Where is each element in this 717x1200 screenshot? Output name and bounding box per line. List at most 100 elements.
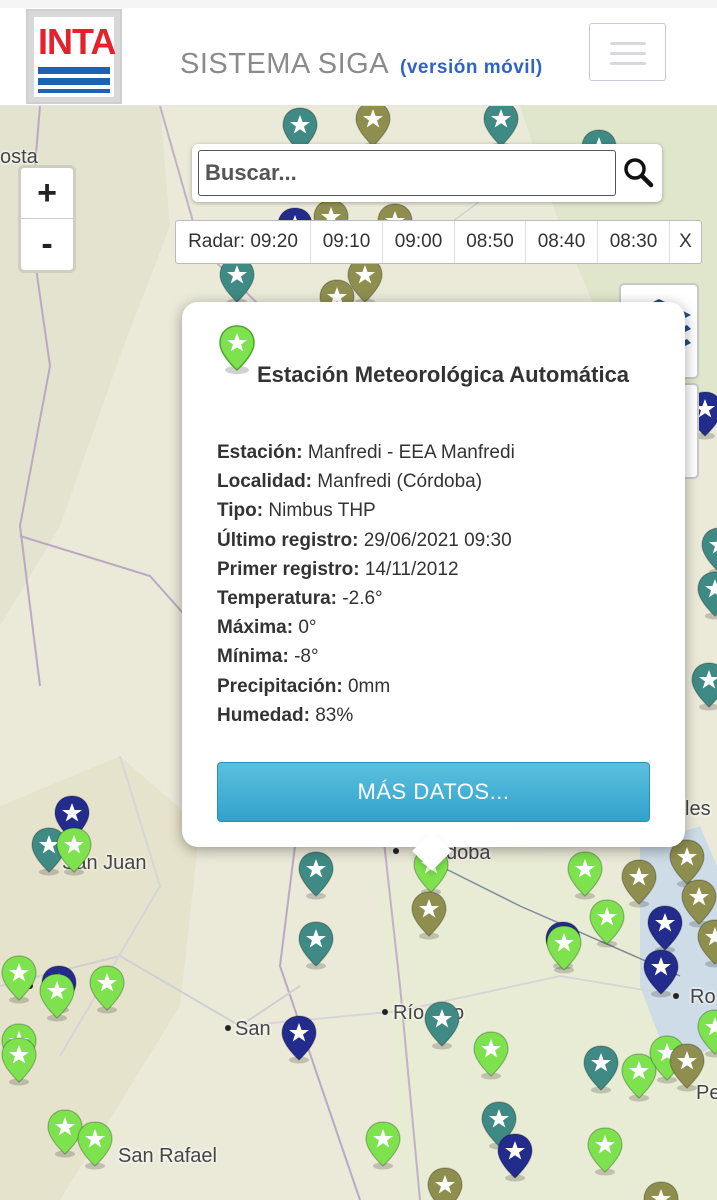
- detail-label: Primer registro:: [217, 558, 360, 580]
- detail-row-precipitation: Precipitación: 0mm: [217, 676, 515, 705]
- detail-value: Nimbus THP: [268, 500, 376, 522]
- search-bar: [192, 144, 662, 202]
- zoom-out-button[interactable]: -: [21, 219, 73, 270]
- map-pin-star-icon: [1, 955, 37, 1004]
- station-marker[interactable]: [0, 954, 38, 1004]
- logo-stripe: [38, 89, 110, 93]
- detail-label: Último registro:: [217, 529, 359, 551]
- map-pin-star-icon: [583, 1045, 619, 1094]
- station-marker[interactable]: [297, 920, 335, 970]
- station-marker[interactable]: [55, 826, 93, 876]
- detail-label: Localidad:: [217, 471, 313, 493]
- map-pin-star-icon: [298, 851, 334, 900]
- inta-logo[interactable]: INTA: [26, 9, 122, 104]
- radar-time-option[interactable]: 09:10: [311, 221, 383, 263]
- logo-panel: INTA: [34, 17, 116, 97]
- station-marker[interactable]: [280, 1014, 318, 1064]
- map-pin-star-icon: [365, 1121, 401, 1170]
- popup-title: Estación Meteorológica Automática: [257, 362, 630, 387]
- radar-time-option[interactable]: 08:50: [455, 221, 526, 263]
- detail-row-humidity: Humedad: 83%: [217, 705, 515, 734]
- logo-stripe: [38, 67, 110, 74]
- map-pin-star-icon: [281, 1015, 317, 1064]
- station-marker[interactable]: [646, 904, 684, 954]
- map-pin-star-icon: [298, 921, 334, 970]
- app-title-text: SISTEMA SIGA: [180, 48, 388, 80]
- station-marker[interactable]: [496, 1132, 534, 1182]
- map-pin-star-icon: [473, 1031, 509, 1080]
- radar-time-option[interactable]: 08:40: [526, 221, 598, 263]
- app-header: INTA SISTEMA SIGA (versión móvil): [0, 0, 717, 106]
- station-marker[interactable]: [426, 1166, 464, 1200]
- menu-bar-icon: [610, 42, 646, 45]
- radar-time-current[interactable]: Radar: 09:20: [176, 221, 311, 263]
- radar-timeline: Radar: 09:20 09:10 09:00 08:50 08:40 08:…: [175, 220, 702, 264]
- detail-label: Temperatura:: [217, 587, 338, 609]
- detail-row-locality: Localidad: Manfredi (Córdoba): [217, 471, 515, 500]
- detail-row-station: Estación: Manfredi - EEA Manfredi: [217, 442, 515, 471]
- station-marker[interactable]: [88, 964, 126, 1014]
- detail-row-min: Mínima: -8°: [217, 646, 515, 675]
- station-marker[interactable]: [38, 972, 76, 1022]
- station-marker[interactable]: [297, 850, 335, 900]
- station-marker[interactable]: [472, 1030, 510, 1080]
- more-data-button[interactable]: MÁS DATOS...: [217, 762, 650, 822]
- map-pin-star-icon: [424, 1001, 460, 1050]
- station-marker[interactable]: [642, 1180, 680, 1200]
- map-pin-star-icon: [697, 571, 717, 620]
- detail-value: Manfredi (Córdoba): [317, 471, 483, 493]
- zoom-in-button[interactable]: +: [21, 168, 73, 219]
- search-input[interactable]: [198, 150, 616, 196]
- map-pin-star-icon: [643, 1181, 679, 1200]
- detail-label: Precipitación:: [217, 675, 343, 697]
- station-marker[interactable]: [423, 1000, 461, 1050]
- menu-toggle-button[interactable]: [589, 23, 666, 81]
- detail-value: 29/06/2021 09:30: [363, 529, 512, 551]
- logo-stripe: [38, 78, 110, 85]
- map-pin-star-icon: [587, 1127, 623, 1176]
- detail-value: -2.6°: [342, 587, 383, 609]
- radar-time-option[interactable]: 08:30: [598, 221, 670, 263]
- detail-row-type: Tipo: Nimbus THP: [217, 500, 515, 529]
- detail-value: 0°: [298, 617, 317, 639]
- station-marker[interactable]: [690, 661, 717, 711]
- detail-row-first-record: Primer registro: 14/11/2012: [217, 559, 515, 588]
- detail-label: Humedad:: [217, 704, 310, 726]
- app-subtitle: (versión móvil): [400, 57, 543, 78]
- station-marker[interactable]: [582, 1044, 620, 1094]
- detail-value: 14/11/2012: [364, 558, 459, 580]
- detail-label: Mínima:: [217, 646, 289, 668]
- station-marker[interactable]: [696, 1008, 717, 1058]
- zoom-control: + -: [18, 165, 76, 273]
- detail-label: Estación:: [217, 442, 303, 463]
- station-marker[interactable]: [696, 570, 717, 620]
- app-title: SISTEMA SIGA (versión móvil): [180, 48, 543, 81]
- map-pin-star-icon: [647, 905, 683, 954]
- radar-close-button[interactable]: X: [670, 221, 701, 263]
- map-pin-star-icon: [567, 851, 603, 900]
- detail-value: 83%: [315, 704, 354, 726]
- station-marker[interactable]: [410, 890, 448, 940]
- map-pin-star-icon: [77, 1121, 113, 1170]
- map-pin-star-icon: [411, 891, 447, 940]
- detail-row-last-record: Último registro: 29/06/2021 09:30: [217, 530, 515, 559]
- map-pin-star-icon: [546, 925, 582, 974]
- station-marker[interactable]: [696, 918, 717, 968]
- menu-bar-icon: [610, 62, 646, 65]
- station-marker[interactable]: [545, 924, 583, 974]
- station-marker[interactable]: [586, 1126, 624, 1176]
- radar-time-option[interactable]: 09:00: [383, 221, 455, 263]
- map-label-city: Ro: [690, 986, 716, 1008]
- search-icon[interactable]: [622, 156, 654, 188]
- station-marker[interactable]: [364, 1120, 402, 1170]
- station-marker[interactable]: [76, 1120, 114, 1170]
- station-marker[interactable]: [566, 850, 604, 900]
- station-details: Estación: Manfredi - EEA Manfredi Locali…: [217, 442, 515, 734]
- detail-label: Máxima:: [217, 617, 294, 639]
- station-marker[interactable]: [588, 898, 626, 948]
- station-marker[interactable]: [642, 948, 680, 998]
- map-pin-star-icon: [589, 899, 625, 948]
- station-marker[interactable]: [0, 1036, 38, 1086]
- map-pin-star-icon: [56, 827, 92, 876]
- station-marker[interactable]: [700, 526, 717, 576]
